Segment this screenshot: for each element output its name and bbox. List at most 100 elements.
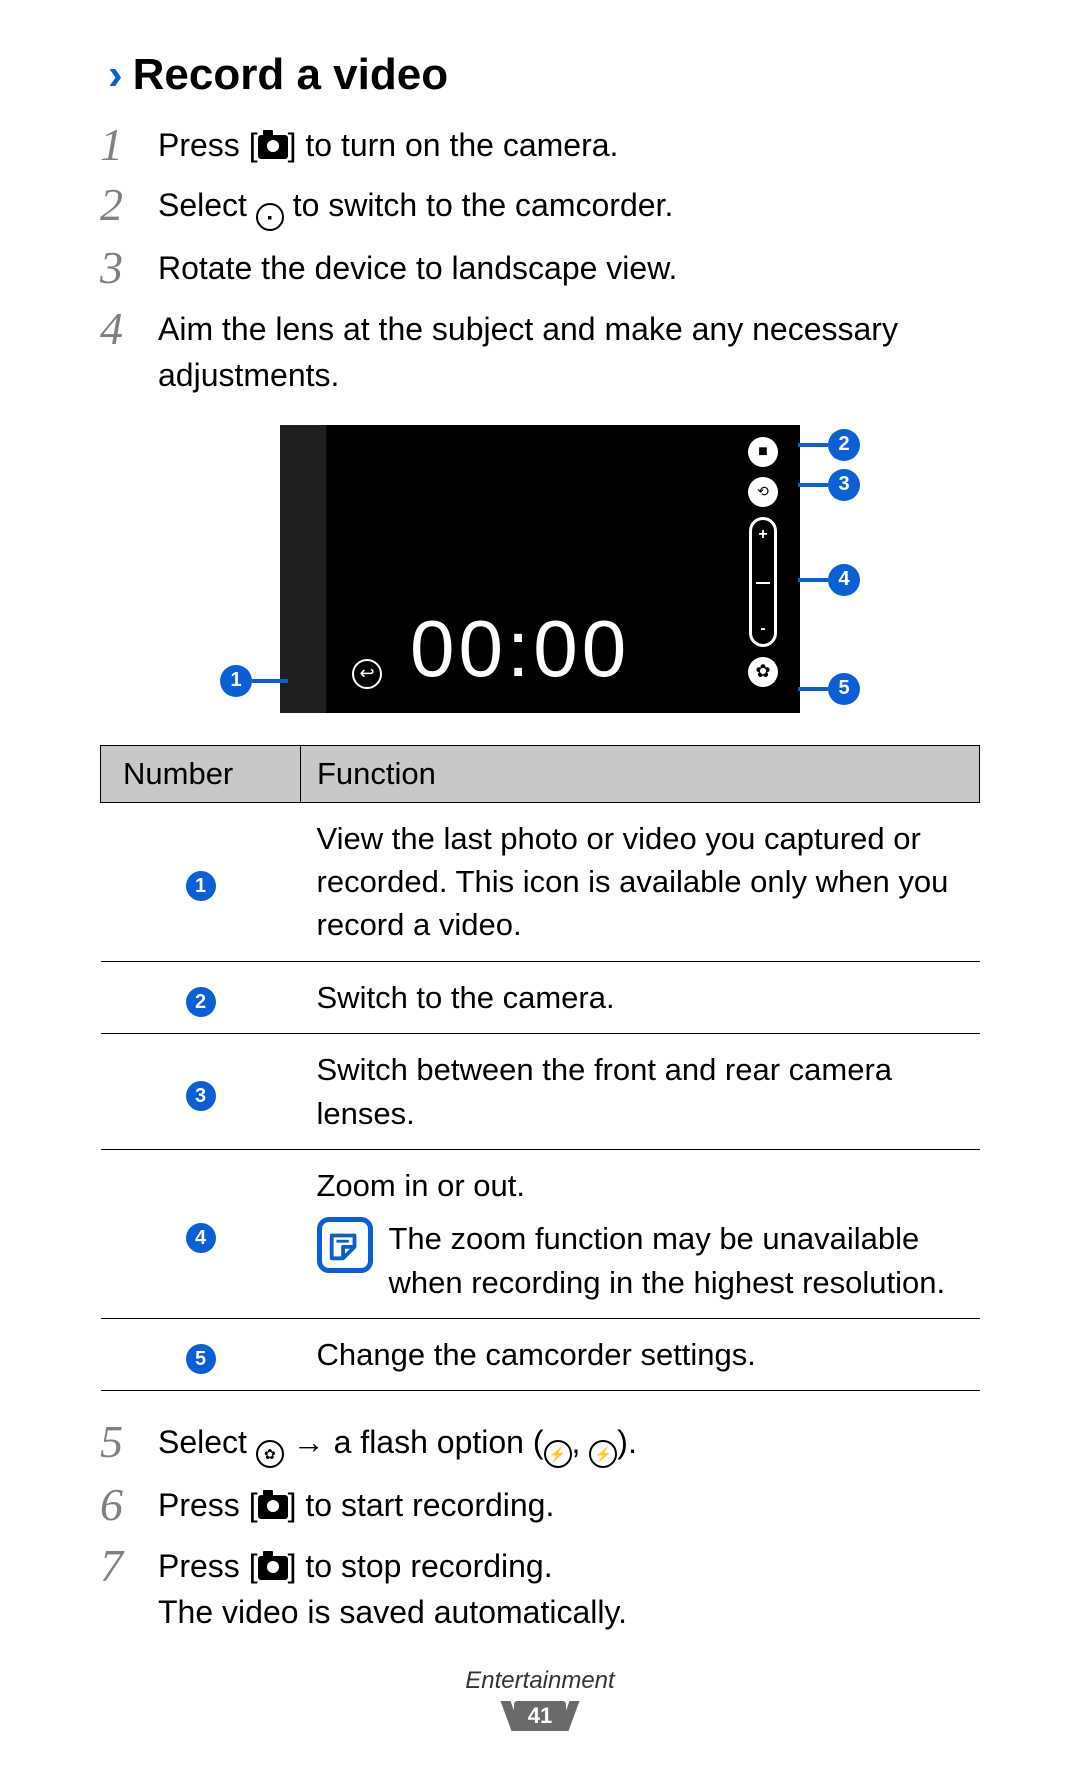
col-header-number: Number — [101, 745, 301, 802]
switch-lens-icon: ⟲ — [748, 477, 778, 507]
callout-3-label: 3 — [828, 469, 860, 501]
callout-line — [798, 578, 828, 582]
text: Press [ — [158, 1487, 258, 1523]
text: , — [572, 1424, 590, 1460]
step-text: Press [ ] to turn on the camera. — [158, 122, 980, 168]
side-controls: ■ ⟲ + - ✿ — [742, 437, 784, 687]
settings-gear-icon: ✿ — [748, 657, 778, 687]
text: Press [ — [158, 127, 258, 163]
text: ] to stop recording. — [288, 1548, 553, 1584]
step-7: 7 Press [ ] to stop recording. The video … — [100, 1543, 980, 1636]
number-badge-icon: 2 — [186, 987, 216, 1017]
heading: › Record a video — [108, 50, 980, 100]
number-badge-icon: 4 — [186, 1223, 216, 1253]
step-number: 6 — [100, 1482, 158, 1528]
step-number: 3 — [100, 245, 158, 291]
text: Select — [158, 187, 256, 223]
row-number: 1 — [101, 802, 301, 961]
note-icon — [317, 1217, 373, 1273]
camcorder-screen: ↩ 00:00 ■ ⟲ + - ✿ — [280, 425, 800, 713]
page-number: 41 — [514, 1701, 566, 1731]
row-number: 5 — [101, 1319, 301, 1391]
camcorder-mode-icon: ▪ — [256, 203, 284, 231]
zoom-slider-icon: + - — [749, 517, 777, 647]
left-band — [280, 425, 326, 713]
step-4: 4 Aim the lens at the subject and make a… — [100, 306, 980, 399]
text: Select — [158, 1424, 256, 1460]
step-number: 1 — [100, 122, 158, 168]
flash-off-icon: ⚡ — [589, 1440, 617, 1468]
row-number: 2 — [101, 961, 301, 1033]
step-5: 5 Select ✿ → a flash option (⚡, ⚡). — [100, 1419, 980, 1468]
text: ). — [617, 1424, 637, 1460]
text: ] to start recording. — [288, 1487, 555, 1523]
zoom-note: The zoom function may be unavailable whe… — [317, 1217, 964, 1304]
footer-section: Entertainment — [0, 1667, 1080, 1695]
camera-key-icon — [258, 135, 288, 159]
callout-line — [798, 483, 828, 487]
step-number: 4 — [100, 306, 158, 399]
manual-page: › Record a video 1 Press [ ] to turn on t… — [0, 0, 1080, 1771]
callout-2-label: 2 — [828, 429, 860, 461]
table-row: 2 Switch to the camera. — [101, 961, 980, 1033]
callout-4-label: 4 — [828, 564, 860, 596]
page-title: Record a video — [133, 50, 448, 100]
step-text: Select ✿ → a flash option (⚡, ⚡). — [158, 1419, 980, 1468]
zoom-plus-icon: + — [758, 526, 767, 544]
callout-line — [798, 443, 828, 447]
callout-5-label: 5 — [828, 673, 860, 705]
last-capture-icon: ↩ — [352, 659, 382, 689]
step-number: 7 — [100, 1543, 158, 1636]
recording-timer: 00:00 — [410, 603, 630, 695]
step-number: 5 — [100, 1419, 158, 1468]
text: → a flash option ( — [284, 1424, 544, 1460]
zoom-intro: Zoom in or out. — [317, 1164, 964, 1207]
step-1: 1 Press [ ] to turn on the camera. — [100, 122, 980, 168]
camcorder-illustration: ↩ 00:00 ■ ⟲ + - ✿ 1 2 3 — [100, 419, 980, 719]
camera-key-icon — [258, 1556, 288, 1580]
number-badge-icon: 1 — [186, 871, 216, 901]
row-number: 4 — [101, 1149, 301, 1318]
flash-on-icon: ⚡ — [544, 1440, 572, 1468]
step-text: Aim the lens at the subject and make any… — [158, 306, 980, 399]
table-row: 3 Switch between the front and rear came… — [101, 1034, 980, 1150]
text: The video is saved automatically. — [158, 1594, 627, 1630]
zoom-minus-icon: - — [760, 620, 765, 638]
steps-list-cont: 5 Select ✿ → a flash option (⚡, ⚡). 6 Pr… — [100, 1419, 980, 1635]
steps-list: 1 Press [ ] to turn on the camera. 2 Sele… — [100, 122, 980, 399]
row-function: Change the camcorder settings. — [301, 1319, 980, 1391]
camera-key-icon — [258, 1495, 288, 1519]
settings-icon: ✿ — [256, 1440, 284, 1468]
row-function: Switch to the camera. — [301, 961, 980, 1033]
row-function: Switch between the front and rear camera… — [301, 1034, 980, 1150]
chevron-icon: › — [108, 53, 123, 97]
step-text: Press [ ] to start recording. — [158, 1482, 980, 1528]
step-2: 2 Select ▪ to switch to the camcorder. — [100, 182, 980, 231]
number-badge-icon: 5 — [186, 1344, 216, 1374]
col-header-function: Function — [301, 745, 980, 802]
page-footer: Entertainment 41 — [0, 1667, 1080, 1731]
callout-1-label: 1 — [220, 665, 252, 697]
text: to switch to the camcorder. — [284, 187, 674, 223]
text: ] to turn on the camera. — [288, 127, 619, 163]
row-function: Zoom in or out. The zoom function may be… — [301, 1149, 980, 1318]
table-row: 1 View the last photo or video you captu… — [101, 802, 980, 961]
row-number: 3 — [101, 1034, 301, 1150]
callout-line — [252, 679, 288, 683]
step-text: Press [ ] to stop recording. The video is… — [158, 1543, 980, 1636]
note-text: The zoom function may be unavailable whe… — [389, 1217, 964, 1304]
row-function: View the last photo or video you capture… — [301, 802, 980, 961]
step-number: 2 — [100, 182, 158, 231]
step-text: Select ▪ to switch to the camcorder. — [158, 182, 980, 231]
text: Press [ — [158, 1548, 258, 1584]
number-badge-icon: 3 — [186, 1081, 216, 1111]
table-header-row: Number Function — [101, 745, 980, 802]
table-row: 4 Zoom in or out. The zoom function may … — [101, 1149, 980, 1318]
switch-camera-icon: ■ — [748, 437, 778, 467]
table-row: 5 Change the camcorder settings. — [101, 1319, 980, 1391]
step-3: 3 Rotate the device to landscape view. — [100, 245, 980, 291]
callout-line — [798, 687, 828, 691]
step-6: 6 Press [ ] to start recording. — [100, 1482, 980, 1528]
step-text: Rotate the device to landscape view. — [158, 245, 980, 291]
function-table: Number Function 1 View the last photo or… — [100, 745, 980, 1392]
